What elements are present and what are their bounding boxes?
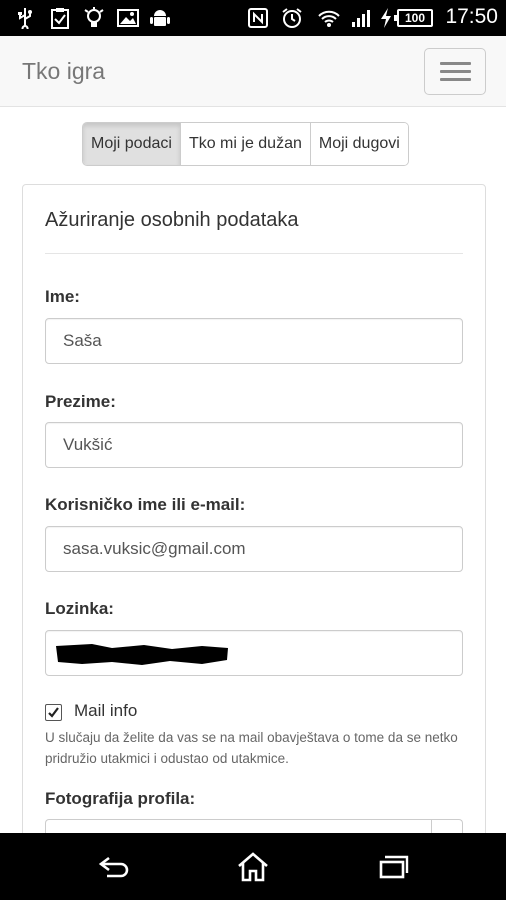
tab-tko-mi-je-duzan[interactable]: Tko mi je dužan — [180, 123, 311, 165]
back-icon[interactable] — [94, 849, 134, 885]
bulb-icon — [82, 7, 106, 29]
status-time: 17:50 — [445, 5, 498, 28]
username-label: Korisničko ime ili e-mail: — [45, 495, 246, 514]
profile-form-panel: Ažuriranje osobnih podataka Ime: Saša Pr… — [22, 184, 486, 850]
redaction-mark — [56, 644, 228, 665]
mail-info-label[interactable]: Mail info — [74, 701, 137, 721]
nfc-icon — [246, 7, 270, 29]
tab-group: Moji podaci Tko mi je dužan Moji dugovi — [82, 122, 409, 166]
password-label: Lozinka: — [45, 599, 114, 618]
last-name-label: Prezime: — [45, 392, 116, 411]
recents-icon[interactable] — [374, 849, 414, 885]
photo-label: Fotografija profila: — [45, 789, 196, 808]
check-icon — [48, 707, 59, 718]
mail-info-help-text: U slučaju da želite da vas se na mail ob… — [45, 730, 458, 766]
signal-icon — [350, 7, 372, 29]
charging-icon — [378, 7, 394, 29]
hamburger-icon — [440, 62, 471, 65]
mail-info-checkbox[interactable] — [45, 704, 62, 721]
android-icon — [148, 7, 172, 29]
divider — [45, 253, 463, 254]
username-input[interactable]: sasa.vuksic@gmail.com — [45, 526, 463, 572]
clipboard-icon — [48, 7, 72, 29]
password-input[interactable] — [45, 630, 463, 676]
tab-moji-dugovi[interactable]: Moji dugovi — [310, 123, 408, 165]
image-icon — [116, 7, 140, 29]
status-bar: 100 17:50 — [0, 0, 506, 36]
first-name-input[interactable]: Saša — [45, 318, 463, 364]
top-navbar: Tko igra — [0, 36, 506, 107]
home-icon[interactable] — [233, 849, 273, 885]
usb-icon — [14, 7, 36, 29]
menu-toggle-button[interactable] — [424, 48, 486, 95]
app-brand[interactable]: Tko igra — [22, 58, 105, 85]
first-name-label: Ime: — [45, 287, 80, 306]
system-nav-bar — [0, 833, 506, 900]
form-title: Ažuriranje osobnih podataka — [45, 209, 299, 231]
alarm-icon — [280, 7, 304, 29]
tab-moji-podaci[interactable]: Moji podaci — [83, 123, 181, 165]
battery-indicator: 100 — [394, 9, 433, 27]
wifi-icon — [316, 7, 342, 29]
last-name-input[interactable]: Vukšić — [45, 422, 463, 468]
